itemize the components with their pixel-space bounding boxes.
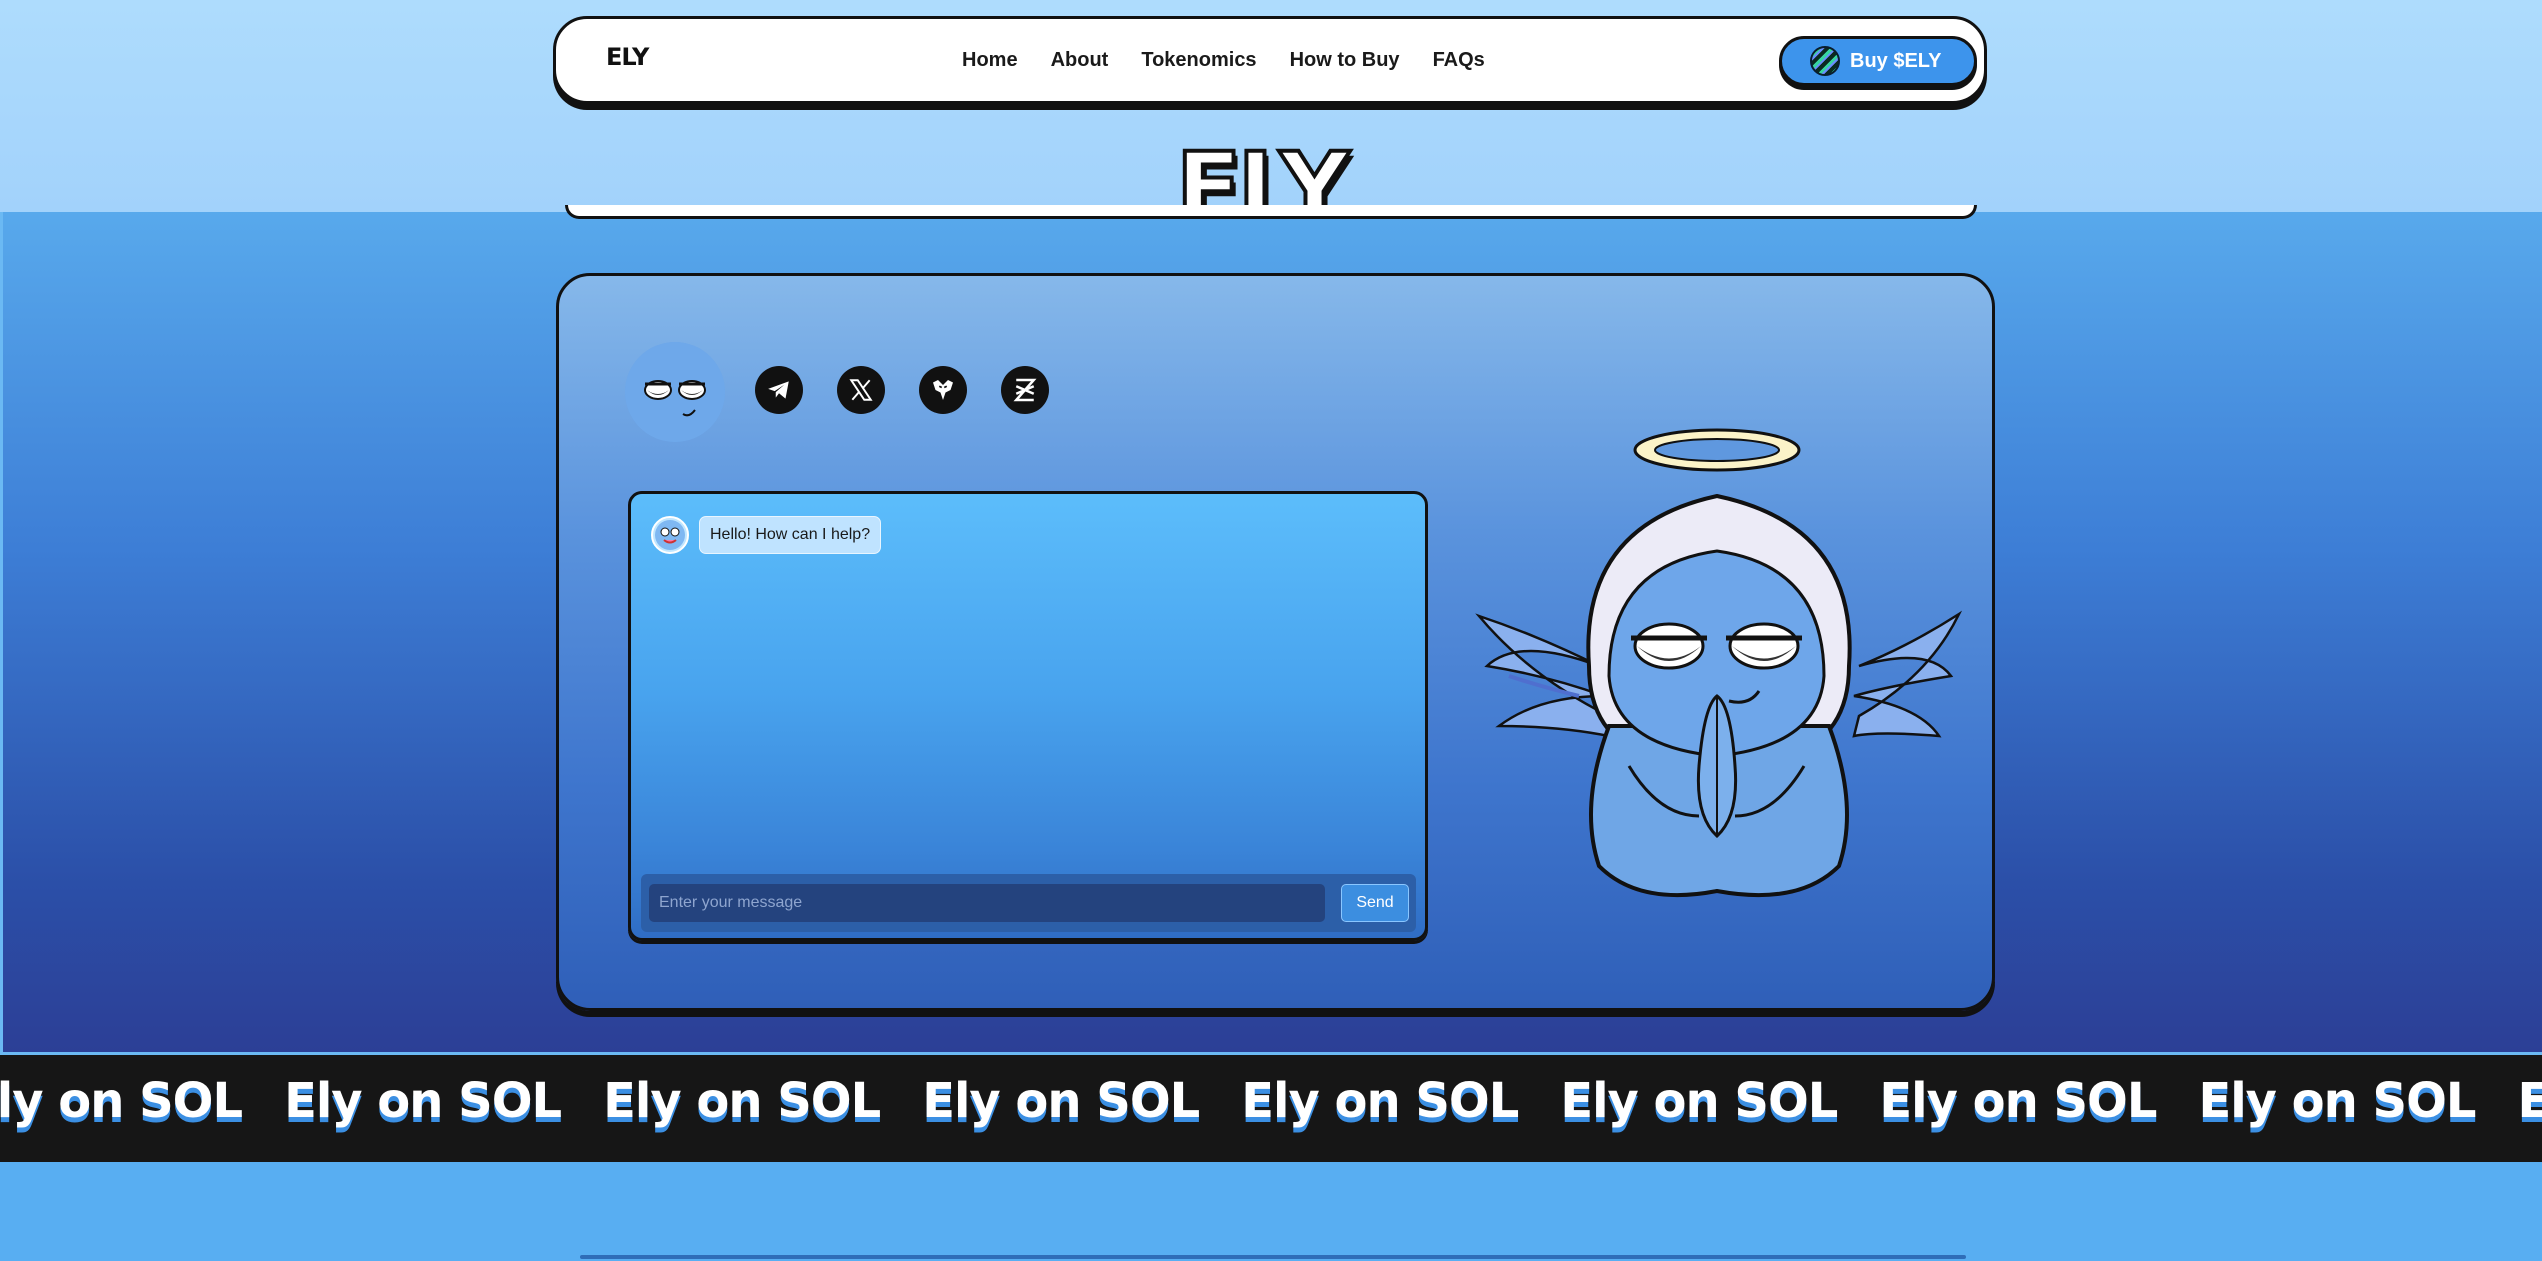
nav-link-home[interactable]: Home — [962, 49, 1018, 72]
telegram-icon[interactable] — [755, 366, 803, 414]
angel-mascot-illustration — [1475, 428, 1963, 898]
token-coin-icon — [1810, 46, 1840, 76]
nav-link-tokenomics[interactable]: Tokenomics — [1141, 49, 1256, 72]
marquee-text: Ely on SOL — [922, 1073, 1200, 1129]
dexscreener-icon[interactable] — [1001, 366, 1049, 414]
marquee-text: Ely on SOL — [1560, 1073, 1838, 1129]
marquee-track: Ely on SOL Ely on SOL Ely on SOL Ely on … — [0, 1073, 2542, 1129]
chat-input-bar: Send — [641, 874, 1416, 932]
brand-logo[interactable]: ELY — [606, 43, 649, 71]
marquee-banner: Ely on SOL Ely on SOL Ely on SOL Ely on … — [0, 1052, 2542, 1162]
message-input[interactable] — [649, 884, 1325, 922]
hero-title-text: ELY — [1176, 140, 1351, 212]
marquee-text: Ely on SOL — [0, 1073, 243, 1129]
marquee-text: Ely on SOL — [2198, 1073, 2476, 1129]
bottom-background — [0, 1162, 2542, 1261]
buy-button[interactable]: Buy $ELY — [1779, 36, 1977, 86]
nav-link-faqs[interactable]: FAQs — [1433, 49, 1485, 72]
marquee-text: Ely on SOL — [1241, 1073, 1519, 1129]
buy-button-label: Buy $ELY — [1850, 49, 1942, 72]
bot-avatar-icon — [651, 516, 689, 554]
marquee-text: Ely on SOL — [603, 1073, 881, 1129]
divider — [580, 1255, 1966, 1259]
social-links — [755, 366, 1049, 414]
nav-link-about[interactable]: About — [1051, 49, 1109, 72]
marquee-text: Ely on SOL — [1879, 1073, 2157, 1129]
hero-title: ELY — [1176, 140, 1376, 212]
hero-panel-edge — [565, 205, 1977, 219]
send-button[interactable]: Send — [1341, 884, 1409, 922]
bot-message: Hello! How can I help? — [699, 516, 882, 554]
nav-links: Home About Tokenomics How to Buy FAQs — [962, 49, 1485, 72]
x-icon[interactable] — [837, 366, 885, 414]
marquee-text: Ely on SOL — [2518, 1073, 2542, 1129]
avatar — [625, 342, 725, 442]
mascot-face-icon — [625, 342, 725, 442]
navbar: ELY Home About Tokenomics How to Buy FAQ… — [553, 16, 1987, 104]
marquee-text: Ely on SOL — [284, 1073, 562, 1129]
chat-window: Hello! How can I help? Send — [628, 491, 1428, 941]
nav-link-how-to-buy[interactable]: How to Buy — [1290, 49, 1400, 72]
chat-card: Hello! How can I help? Send — [556, 273, 1995, 1011]
eagle-icon[interactable] — [919, 366, 967, 414]
